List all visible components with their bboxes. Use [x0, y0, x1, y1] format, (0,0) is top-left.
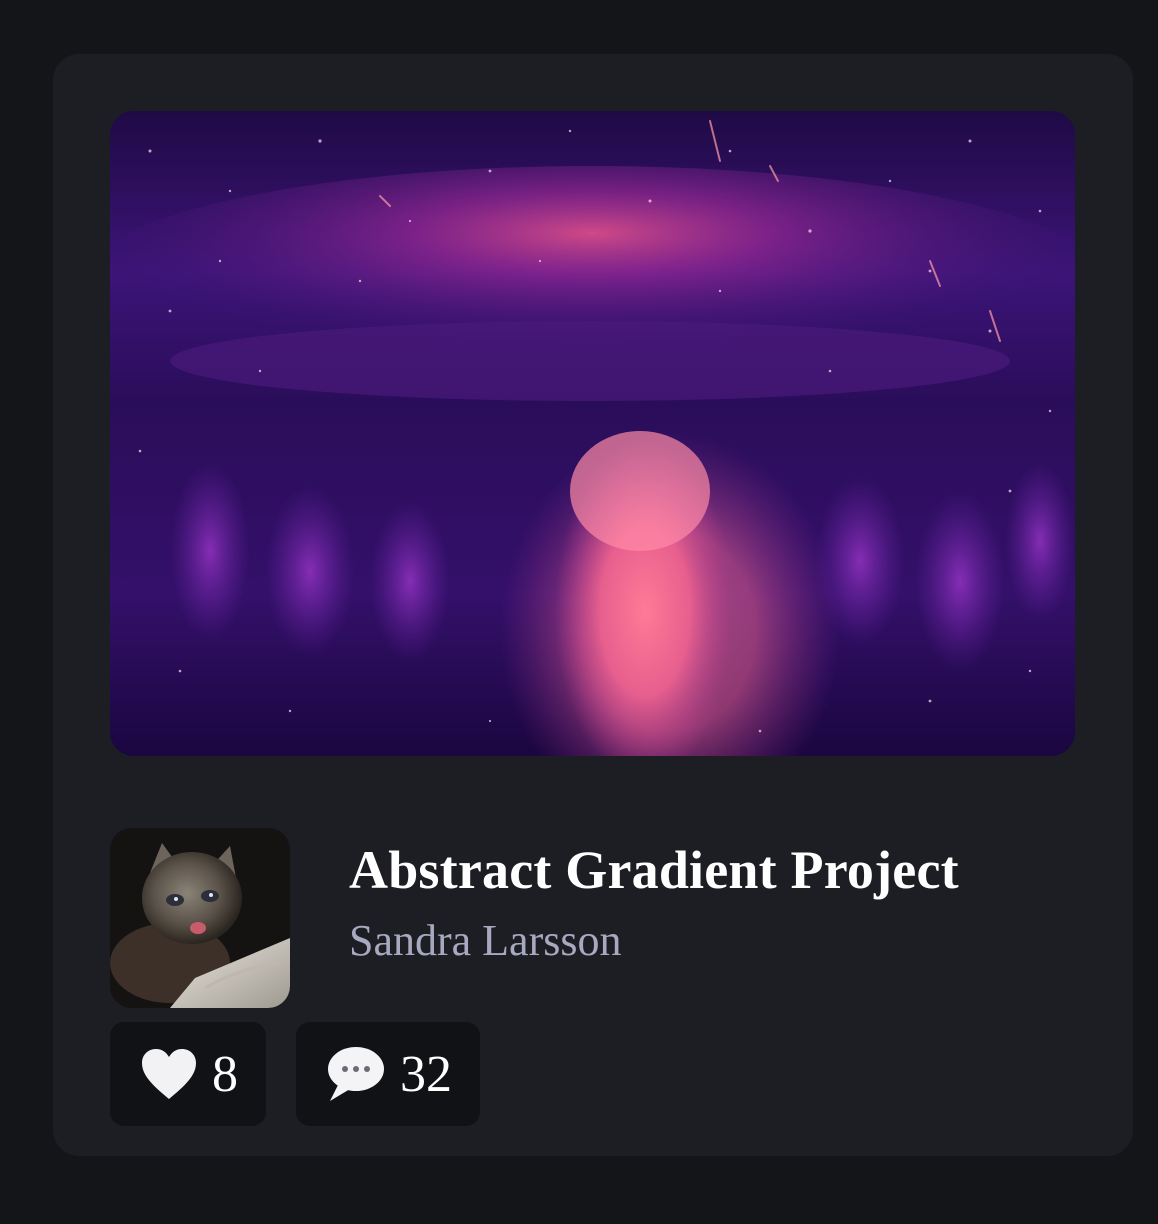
kitten-avatar-image — [110, 828, 290, 1008]
like-button[interactable]: 8 — [110, 1022, 266, 1126]
comment-count: 32 — [400, 1045, 452, 1103]
author-name[interactable]: Sandra Larsson — [349, 912, 959, 970]
project-stats: 8 32 — [110, 1022, 480, 1126]
author-avatar[interactable] — [110, 828, 290, 1008]
project-title[interactable]: Abstract Gradient Project — [349, 834, 959, 906]
speech-bubble-icon — [326, 1045, 386, 1103]
like-count: 8 — [212, 1045, 238, 1103]
project-cover-image[interactable] — [110, 111, 1075, 756]
project-meta: Abstract Gradient Project Sandra Larsson — [349, 834, 959, 970]
cover-artwork — [110, 111, 1075, 756]
project-card[interactable]: Abstract Gradient Project Sandra Larsson… — [53, 54, 1133, 1156]
comment-button[interactable]: 32 — [296, 1022, 480, 1126]
heart-icon — [140, 1047, 198, 1101]
